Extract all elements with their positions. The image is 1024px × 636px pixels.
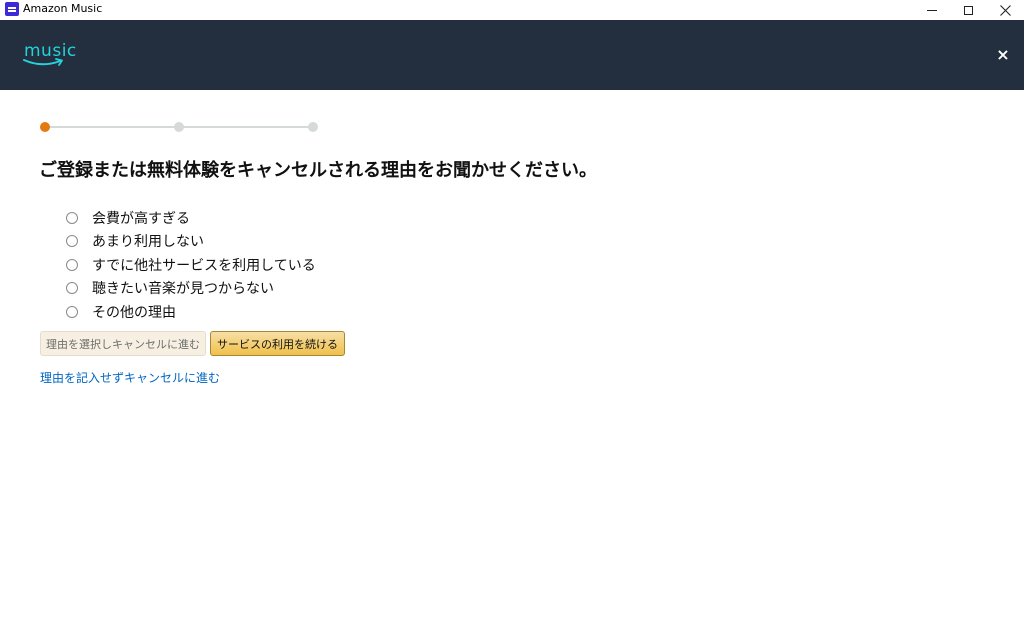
app-header: music ×	[0, 20, 1024, 90]
step-1-dot	[40, 122, 50, 132]
reason-option[interactable]: 聴きたい音楽が見つからない	[66, 277, 316, 301]
step-3-dot	[308, 122, 318, 132]
cancel-with-reason-button[interactable]: 理由を選択しキャンセルに進む	[40, 331, 206, 356]
reason-option-label: その他の理由	[92, 304, 176, 321]
minimize-button[interactable]	[914, 0, 950, 20]
window-title: Amazon Music	[23, 2, 103, 15]
radio-button[interactable]	[66, 305, 78, 318]
reason-options-list: 会費が高すぎる あまり利用しない すでに他社サービスを利用している 聴きたい音楽…	[66, 206, 316, 324]
maximize-icon	[963, 5, 973, 15]
header-close-button[interactable]: ×	[994, 45, 1012, 65]
close-icon	[999, 4, 1011, 16]
window-titlebar: Amazon Music	[0, 0, 1024, 20]
radio-button[interactable]	[66, 211, 78, 224]
reason-option[interactable]: その他の理由	[66, 300, 316, 324]
skip-reason-cancel-link[interactable]: 理由を記入せずキャンセルに進む	[40, 369, 220, 386]
reason-option[interactable]: 会費が高すぎる	[66, 206, 316, 230]
radio-button[interactable]	[66, 258, 78, 271]
window-close-button[interactable]	[987, 0, 1023, 20]
step-2-dot	[174, 122, 184, 132]
minimize-icon	[927, 9, 937, 11]
amazon-smile-icon	[23, 58, 63, 66]
radio-button[interactable]	[66, 282, 78, 295]
survey-question: ご登録または無料体験をキャンセルされる理由をお聞かせください。	[39, 160, 597, 181]
reason-option[interactable]: あまり利用しない	[66, 230, 316, 254]
amazon-music-app-icon	[5, 2, 19, 16]
reason-option-label: 会費が高すぎる	[92, 210, 190, 227]
reason-option[interactable]: すでに他社サービスを利用している	[66, 253, 316, 277]
progress-stepper	[40, 122, 320, 132]
reason-option-label: 聴きたい音楽が見つからない	[92, 281, 274, 298]
amazon-music-logo: music	[22, 42, 76, 70]
continue-service-button[interactable]: サービスの利用を続ける	[210, 331, 345, 356]
maximize-button[interactable]	[950, 0, 986, 20]
reason-option-label: あまり利用しない	[92, 234, 204, 251]
reason-option-label: すでに他社サービスを利用している	[92, 257, 316, 274]
radio-button[interactable]	[66, 235, 78, 248]
stepper-line-2	[179, 126, 313, 128]
stepper-line-1	[45, 126, 179, 128]
